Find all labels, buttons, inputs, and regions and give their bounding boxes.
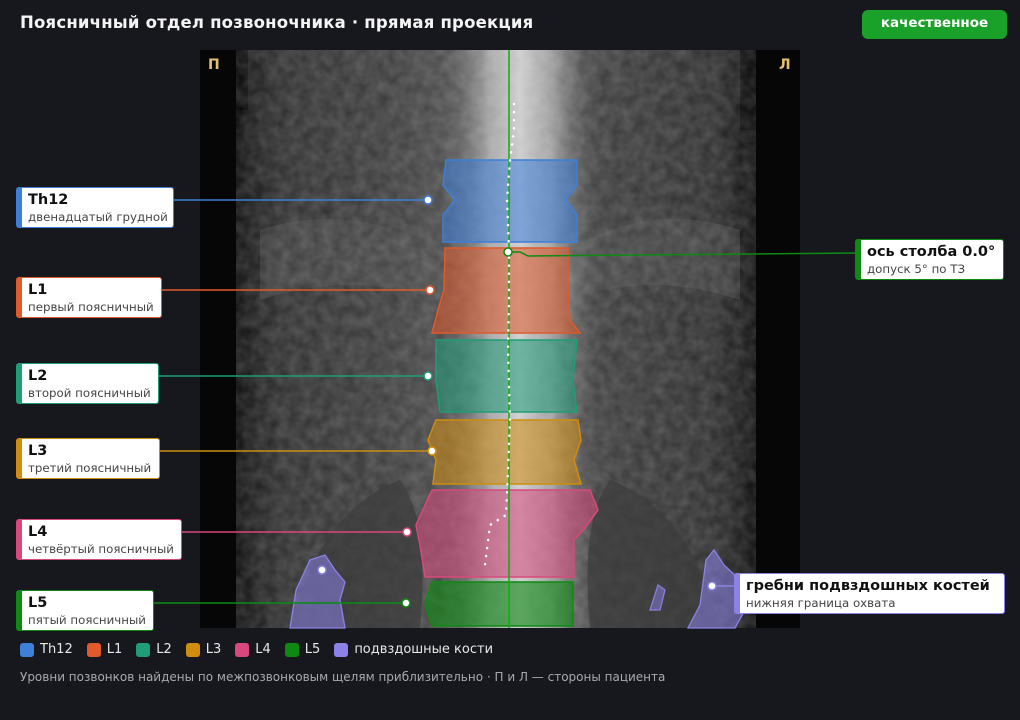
legend-item-iliac: подвздошные кости bbox=[334, 642, 493, 657]
legend-swatch-l4 bbox=[235, 642, 250, 657]
callout-l2-name: L2 bbox=[28, 368, 48, 384]
legend-swatch-th12 bbox=[20, 642, 34, 657]
legend-swatch-l5 bbox=[284, 642, 299, 657]
vertebra-l4 bbox=[415, 489, 599, 578]
callout-l5[interactable]: L5 пятый поясничный bbox=[16, 590, 154, 631]
vertebra-l2 bbox=[435, 339, 578, 413]
legend-swatch-l2 bbox=[136, 642, 151, 657]
marker-l1 bbox=[425, 285, 435, 295]
legend-label-iliac: подвздошные кости bbox=[354, 642, 494, 657]
marker-th12 bbox=[423, 195, 433, 205]
vertebra-l1 bbox=[431, 247, 582, 334]
legend-label-l5: L5 bbox=[304, 642, 321, 657]
callout-axis-desc: допуск 5° по ТЗ bbox=[867, 262, 966, 276]
footnote: Уровни позвонков найдены по межпозвонков… bbox=[20, 670, 666, 684]
legend-label-l3: L3 bbox=[205, 642, 222, 657]
callout-l1-name: L1 bbox=[28, 282, 48, 298]
callout-l2[interactable]: L2 второй поясничный bbox=[16, 363, 159, 404]
marker-iliac-right bbox=[317, 565, 327, 575]
marker-axis bbox=[503, 247, 513, 257]
callout-l3-desc: третий поясничный bbox=[28, 461, 152, 475]
legend-item-l5: L5 bbox=[284, 642, 321, 657]
marker-iliac-left bbox=[707, 581, 717, 591]
legend-label-l4: L4 bbox=[255, 642, 271, 657]
callout-l2-desc: второй поясничный bbox=[28, 386, 151, 400]
callout-iliac-name: гребни подвздошных костей bbox=[746, 578, 990, 594]
callout-l3[interactable]: L3 третий поясничный bbox=[16, 438, 160, 479]
legend-swatch-l1 bbox=[86, 642, 101, 657]
callout-axis-name: ось столба 0.0° bbox=[867, 244, 996, 260]
legend: Th12 L1 L2 L3 L4 L5 подвздошные кости bbox=[20, 642, 507, 657]
vertebra-l3 bbox=[427, 419, 582, 485]
legend-swatch-l3 bbox=[185, 642, 200, 657]
marker-l5 bbox=[401, 598, 411, 608]
callout-spine-axis[interactable]: ось столба 0.0° допуск 5° по ТЗ bbox=[855, 239, 1004, 280]
legend-item-l2: L2 bbox=[136, 642, 172, 657]
callout-l5-desc: пятый поясничный bbox=[28, 613, 146, 627]
legend-label-l1: L1 bbox=[106, 642, 123, 657]
callout-th12-desc: двенадцатый грудной bbox=[28, 210, 168, 224]
iliac-bone-right bbox=[289, 554, 346, 629]
vertebra-l5 bbox=[424, 581, 574, 627]
callout-l4-desc: четвёртый поясничный bbox=[28, 542, 174, 556]
legend-item-l4: L4 bbox=[235, 642, 271, 657]
legend-item-l1: L1 bbox=[86, 642, 123, 657]
marker-l4 bbox=[402, 527, 412, 537]
legend-label-th12: Th12 bbox=[40, 642, 73, 657]
legend-item-l3: L3 bbox=[185, 642, 222, 657]
callout-l4[interactable]: L4 четвёртый поясничный bbox=[16, 519, 182, 560]
marker-l2 bbox=[423, 371, 433, 381]
vertebra-th12 bbox=[442, 159, 578, 243]
legend-swatch-iliac bbox=[334, 642, 349, 657]
marker-l3 bbox=[427, 446, 437, 456]
callout-l4-name: L4 bbox=[28, 524, 48, 540]
callout-l3-name: L3 bbox=[28, 443, 48, 459]
callout-th12-name: Th12 bbox=[28, 192, 69, 208]
callout-iliac-crests[interactable]: гребни подвздошных костей нижняя граница… bbox=[734, 573, 1005, 614]
callout-l1-desc: первый поясничный bbox=[28, 300, 154, 314]
iliac-fragment bbox=[649, 584, 666, 611]
callout-l5-name: L5 bbox=[28, 595, 48, 611]
callout-iliac-desc: нижняя граница охвата bbox=[746, 596, 896, 610]
callout-l1[interactable]: L1 первый поясничный bbox=[16, 277, 162, 318]
callout-th12[interactable]: Th12 двенадцатый грудной bbox=[16, 187, 174, 228]
legend-label-l2: L2 bbox=[156, 642, 172, 657]
legend-item-th12: Th12 bbox=[20, 642, 73, 657]
